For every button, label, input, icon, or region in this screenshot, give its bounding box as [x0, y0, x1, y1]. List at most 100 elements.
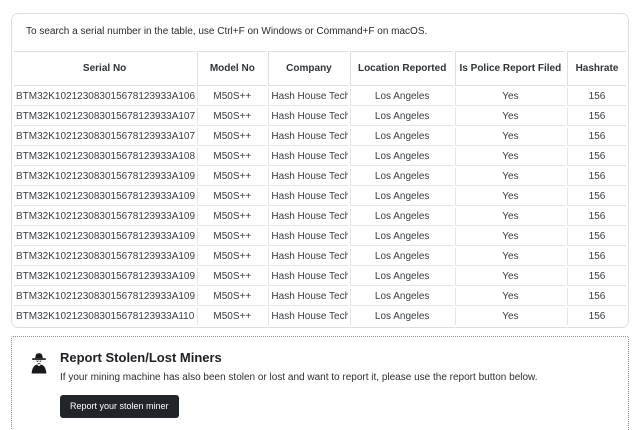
hashrate-cell: 156 [566, 248, 626, 266]
report-section-description: If your mining machine has also been sto… [60, 372, 538, 383]
table-row: BTM32K102123083015678123933A10790 M50S++ H… [14, 108, 626, 126]
hashrate-cell: 156 [566, 148, 626, 166]
report-stolen-section: Report Stolen/Lost Miners If your mining… [11, 336, 629, 430]
table-row: BTM32K102123083015678123933A10648 M50S++ H… [14, 88, 626, 106]
serial-cell: BTM32K102123083015678123933A10935 [14, 248, 196, 266]
table-row: BTM32K102123083015678123933A10946 M50S++ H… [14, 288, 626, 306]
police-cell: Yes [454, 88, 565, 106]
company-cell: Hash House Tech [268, 308, 348, 325]
police-cell: Yes [454, 108, 565, 126]
police-cell: Yes [454, 148, 565, 166]
hashrate-cell: 156 [566, 288, 626, 306]
model-cell: M50S++ [197, 248, 267, 266]
table-row: BTM32K102123083015678123933A10830 M50S++ H… [14, 148, 626, 166]
model-cell: M50S++ [197, 208, 267, 226]
police-cell: Yes [454, 188, 565, 206]
location-cell: Los Angeles [350, 88, 453, 106]
police-cell: Yes [454, 128, 565, 146]
company-cell: Hash House Tech [268, 208, 349, 226]
hashrate-cell: 156 [566, 228, 626, 246]
company-cell: Hash House Tech [268, 228, 349, 246]
column-header-serial: Serial No [14, 51, 196, 86]
model-cell: M50S++ [197, 188, 267, 206]
location-cell: Los Angeles [350, 168, 453, 186]
miners-table-card: To search a serial number in the table, … [11, 13, 629, 328]
serial-cell: BTM32K102123083015678123933A10946 [14, 288, 196, 306]
company-cell: Hash House Tech [268, 248, 349, 266]
location-cell: Los Angeles [350, 228, 453, 246]
detective-spy-icon [29, 350, 49, 380]
serial-cell: BTM32K102123083015678123933A10648 [14, 88, 196, 106]
hashrate-cell: 156 [566, 188, 626, 206]
hashrate-cell: 156 [566, 128, 626, 146]
table-row: BTM32K102123083015678123933A10917 M50S++ H… [14, 168, 626, 186]
police-cell: Yes [454, 288, 565, 306]
serial-cell: BTM32K102123083015678123933A10792 [14, 128, 196, 146]
stolen-miners-table: Serial No Model No Company Location Reporte… [12, 49, 628, 327]
table-row: BTM32K102123083015678123933A10939 M50S++ H… [14, 268, 626, 286]
police-cell: Yes [454, 208, 565, 226]
table-row: BTM32K102123083015678123933A10792 M50S++ H… [14, 128, 626, 146]
search-hint-text: To search a serial number in the table, … [26, 26, 428, 37]
table-row: BTM32K102123083015678123933A10926 M50S++ H… [14, 228, 626, 246]
location-cell: Los Angeles [350, 148, 453, 166]
report-stolen-miner-button[interactable]: Report your stolen miner [60, 395, 179, 418]
company-cell: Hash House Tech [268, 288, 349, 306]
hashrate-cell: 156 [566, 88, 626, 106]
hashrate-cell: 156 [566, 108, 626, 126]
table-row: BTM32K102123083015678123933A10924 M50S++ H… [14, 208, 626, 226]
location-cell: Los Angeles [350, 208, 453, 226]
column-header-hashrate: Hashrate [566, 51, 626, 86]
company-cell: Hash House Tech [268, 88, 349, 106]
hashrate-cell: 156 [566, 168, 626, 186]
model-cell: M50S++ [197, 228, 267, 246]
hashrate-cell: 156 [566, 268, 626, 286]
table-row: BTM32K102123083015678123933A11019 M50S++ H… [14, 308, 626, 325]
hashrate-cell: 156 [566, 208, 626, 226]
company-cell: Hash House Tech [268, 128, 349, 146]
company-cell: Hash House Tech [268, 148, 349, 166]
table-header-row: Serial No Model No Company Location Reporte… [14, 51, 626, 86]
serial-cell: BTM32K102123083015678123933A10926 [14, 228, 196, 246]
report-section-title: Report Stolen/Lost Miners [60, 350, 222, 365]
serial-cell: BTM32K102123083015678123933A10924 [14, 208, 196, 226]
police-cell: Yes [454, 268, 565, 286]
location-cell: Los Angeles [350, 128, 453, 146]
company-cell: Hash House Tech [268, 168, 349, 186]
model-cell: M50S++ [197, 108, 267, 126]
location-cell: Los Angeles [350, 288, 453, 306]
police-cell: Yes [454, 308, 565, 325]
column-header-company: Company [268, 51, 349, 86]
serial-cell: BTM32K102123083015678123933A11019 [16, 311, 196, 322]
column-header-model: Model No [197, 51, 267, 86]
model-cell: M50S++ [197, 128, 267, 146]
serial-cell: BTM32K102123083015678123933A10830 [14, 148, 196, 166]
hashrate-cell: 156 [566, 308, 626, 325]
model-cell: M50S++ [197, 148, 267, 166]
model-cell: M50S++ [197, 288, 267, 306]
column-header-police: Is Police Report Filed [454, 51, 565, 86]
location-cell: Los Angeles [350, 188, 453, 206]
company-cell: Hash House Tech [268, 108, 349, 126]
serial-cell: BTM32K102123083015678123933A10921 [14, 188, 196, 206]
table-body: BTM32K102123083015678123933A10648 M50S++ H… [14, 88, 626, 325]
company-cell: Hash House Tech [268, 188, 349, 206]
location-cell: Los Angeles [350, 308, 452, 325]
model-cell: M50S++ [197, 268, 267, 286]
table-row: BTM32K102123083015678123933A10921 M50S++ H… [14, 188, 626, 206]
serial-cell: BTM32K102123083015678123933A10917 [14, 168, 196, 186]
model-cell: M50S++ [197, 308, 266, 325]
location-cell: Los Angeles [350, 248, 453, 266]
location-cell: Los Angeles [350, 108, 453, 126]
police-cell: Yes [454, 228, 565, 246]
company-cell: Hash House Tech [268, 268, 349, 286]
location-cell: Los Angeles [350, 268, 453, 286]
serial-cell: BTM32K102123083015678123933A10790 [14, 108, 196, 126]
column-header-location: Location Reported [350, 51, 453, 86]
model-cell: M50S++ [197, 88, 267, 106]
police-cell: Yes [454, 248, 565, 266]
model-cell: M50S++ [197, 168, 267, 186]
police-cell: Yes [454, 168, 565, 186]
table-row: BTM32K102123083015678123933A10935 M50S++ H… [14, 248, 626, 266]
serial-cell: BTM32K102123083015678123933A10939 [14, 268, 196, 286]
